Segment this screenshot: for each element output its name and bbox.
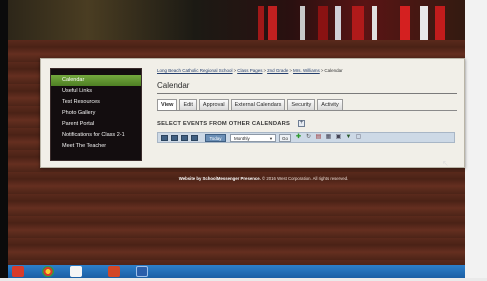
tab-external-calendars[interactable]: External Calendars xyxy=(230,99,286,110)
go-button[interactable]: Go xyxy=(279,134,291,142)
breadcrumb-link-2nd-grade[interactable]: 2nd Grade xyxy=(267,68,288,73)
sidebar-item-useful-links[interactable]: Useful Links xyxy=(51,86,141,97)
footer-copyright: © 2016 West Corporation. All rights rese… xyxy=(262,176,349,181)
today-button[interactable]: Today xyxy=(205,134,226,142)
breadcrumb-link-teacher[interactable]: Mrs. Williams xyxy=(293,68,320,73)
expand-other-calendars-button[interactable]: + xyxy=(298,120,305,127)
help-icon[interactable]: ▢ xyxy=(355,134,362,141)
start-button-icon[interactable] xyxy=(12,266,24,277)
calendar-toolbar: Today Monthly ▼ Go ✚ ↻ ▤ ▦ ▣ ▼ ▢ xyxy=(157,132,455,143)
chrome-icon[interactable] xyxy=(42,266,54,277)
filter-icon[interactable]: ▼ xyxy=(345,134,352,141)
tab-edit[interactable]: Edit xyxy=(179,99,197,110)
main-panel: Calendar Useful Links Test Resources Pho… xyxy=(40,58,465,168)
mouse-cursor-icon: ↖ xyxy=(442,159,449,168)
refresh-icon[interactable]: ↻ xyxy=(305,134,312,141)
tab-bar: View Edit Approval External Calendars Se… xyxy=(157,99,343,110)
add-event-icon[interactable]: ✚ xyxy=(295,134,302,141)
first-icon[interactable] xyxy=(161,135,168,141)
sidebar-item-notifications[interactable]: Notifications for Class 2-1 xyxy=(51,130,141,141)
breadcrumb: Long Beach Catholic Regional School>Clas… xyxy=(157,68,343,73)
word-icon[interactable] xyxy=(136,266,148,277)
other-calendars-heading: SELECT EVENTS FROM OTHER CALENDARS xyxy=(157,121,291,127)
breadcrumb-current: Calendar xyxy=(324,68,343,73)
page-footer: Website by SchoolMessenger Presence. © 2… xyxy=(0,176,487,181)
chevron-down-icon: ▼ xyxy=(269,136,273,141)
sidebar-item-calendar[interactable]: Calendar xyxy=(51,75,141,86)
title-divider xyxy=(157,93,457,94)
monitor-bezel-left xyxy=(0,0,8,281)
page-title: Calendar xyxy=(157,81,190,90)
sidebar: Calendar Useful Links Test Resources Pho… xyxy=(50,68,142,161)
breadcrumb-link-school[interactable]: Long Beach Catholic Regional School xyxy=(157,68,233,73)
monitor-bezel-right xyxy=(465,0,487,281)
view-select-value: Monthly xyxy=(234,136,250,141)
sidebar-item-photo-gallery[interactable]: Photo Gallery xyxy=(51,108,141,119)
powerpoint-icon[interactable] xyxy=(108,266,120,277)
footer-website-by[interactable]: Website by SchoolMessenger Presence. xyxy=(179,176,261,181)
settings-icon[interactable]: ▣ xyxy=(335,134,342,141)
next-icon[interactable] xyxy=(181,135,188,141)
sidebar-item-parent-portal[interactable]: Parent Portal xyxy=(51,119,141,130)
tabs-divider xyxy=(157,110,457,111)
export-icon[interactable]: ▦ xyxy=(325,134,332,141)
breadcrumb-link-class-pages[interactable]: Class Pages xyxy=(237,68,262,73)
print-icon[interactable]: ▤ xyxy=(315,134,322,141)
sidebar-item-test-resources[interactable]: Test Resources xyxy=(51,97,141,108)
tab-security[interactable]: Security xyxy=(287,99,316,110)
tab-activity[interactable]: Activity xyxy=(317,99,343,110)
prev-icon[interactable] xyxy=(171,135,178,141)
view-select[interactable]: Monthly ▼ xyxy=(230,134,276,142)
sidebar-item-meet-the-teacher[interactable]: Meet The Teacher xyxy=(51,141,141,152)
tab-view[interactable]: View xyxy=(157,99,178,110)
taskbar xyxy=(8,265,465,278)
file-explorer-icon[interactable] xyxy=(70,266,82,277)
tab-approval[interactable]: Approval xyxy=(198,99,229,110)
last-icon[interactable] xyxy=(191,135,198,141)
